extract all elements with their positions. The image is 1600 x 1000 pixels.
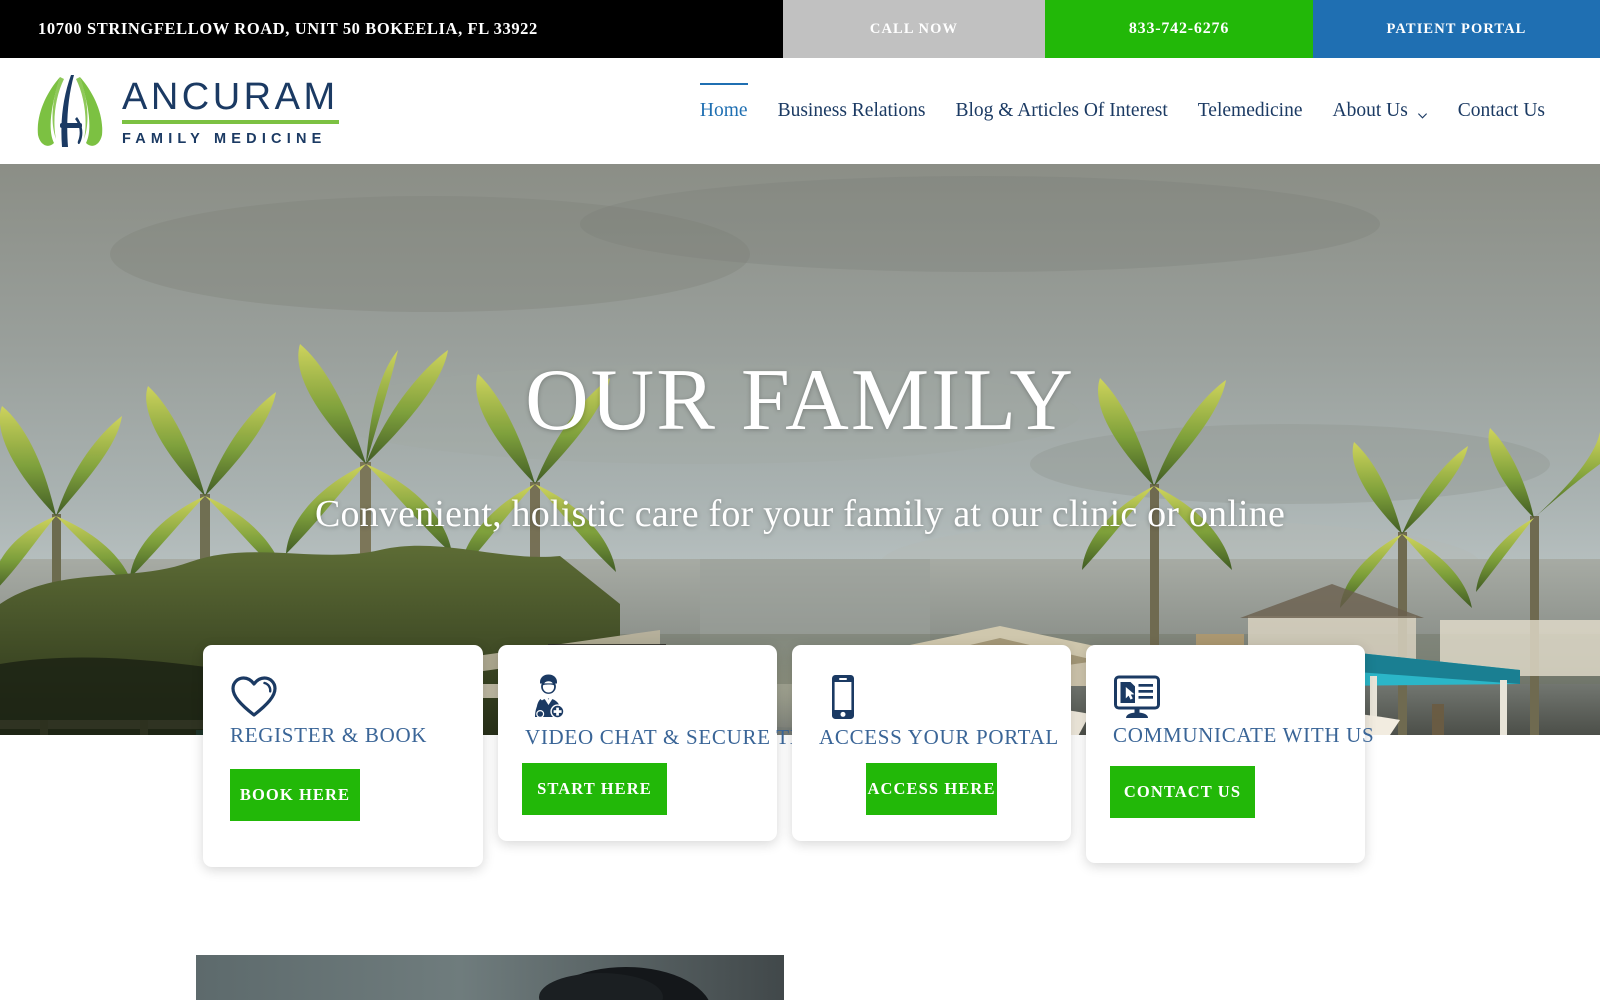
access-here-button[interactable]: ACCESS HERE [866, 763, 997, 815]
chevron-down-icon [1417, 106, 1428, 119]
card-title: ACCESS YOUR PORTAL [819, 725, 1059, 749]
call-now-button[interactable]: CALL NOW [783, 0, 1045, 58]
card-title: REGISTER & BOOK [230, 723, 428, 747]
patient-portal-button[interactable]: PATIENT PORTAL [1313, 0, 1600, 58]
nav-item-contact-us[interactable]: Contact Us [1443, 101, 1560, 121]
site-logo[interactable]: ANCURAM FAMILY MEDICINE [30, 72, 339, 152]
start-here-button[interactable]: START HERE [522, 763, 667, 815]
clinic-address-block: 10700 STRINGFELLOW ROAD, UNIT 50 BOKEELI… [0, 0, 783, 58]
card-title: VIDEO CHAT & SECURE TEXT [525, 725, 833, 749]
logo-wordmark: ANCURAM FAMILY MEDICINE [122, 78, 339, 147]
ancuram-wing-a-logo-icon [30, 73, 110, 151]
phone-number-button[interactable]: 833-742-6276 [1045, 0, 1313, 58]
card-title: COMMUNICATE WITH US [1113, 723, 1375, 747]
feature-card-communicate[interactable]: COMMUNICATE WITH US CONTACT US [1086, 645, 1374, 863]
smartphone-icon [819, 673, 867, 721]
nav-item-about-us[interactable]: About Us [1318, 101, 1443, 121]
doctor-stethoscope-icon [525, 673, 573, 721]
nav-label: Telemedicine [1197, 100, 1303, 122]
feature-card-access-portal[interactable]: ACCESS YOUR PORTAL ACCESS HERE [792, 645, 1071, 841]
feature-card-register-book[interactable]: REGISTER & BOOK BOOK HERE [203, 645, 483, 867]
main-navigation: Home Business Relations Blog & Articles … [685, 58, 1560, 164]
logo-tagline-text: FAMILY MEDICINE [122, 130, 327, 147]
top-utility-bar: 10700 STRINGFELLOW ROAD, UNIT 50 BOKEELI… [0, 0, 1600, 58]
nav-item-telemedicine[interactable]: Telemedicine [1183, 101, 1318, 121]
nav-label: Contact Us [1457, 100, 1545, 122]
nav-label: Home [699, 100, 748, 122]
feature-card-video-chat[interactable]: VIDEO CHAT & SECURE TEXT START HERE [498, 645, 832, 841]
book-here-button[interactable]: BOOK HERE [230, 769, 360, 821]
next-section-image [196, 955, 784, 1000]
clinic-address-text: 10700 STRINGFELLOW ROAD, UNIT 50 BOKEELI… [38, 19, 538, 38]
nav-item-blog-articles[interactable]: Blog & Articles Of Interest [940, 101, 1182, 121]
nav-label: About Us [1332, 100, 1408, 122]
monitor-document-cursor-icon [1113, 673, 1161, 721]
heart-outline-icon [230, 673, 278, 721]
contact-us-button[interactable]: CONTACT US [1110, 766, 1255, 818]
nav-item-home[interactable]: Home [685, 83, 763, 122]
nav-label: Business Relations [777, 100, 926, 122]
logo-name-text: ANCURAM [122, 78, 339, 124]
nav-item-business-relations[interactable]: Business Relations [763, 101, 941, 121]
nav-label: Blog & Articles Of Interest [955, 100, 1168, 122]
site-header: ANCURAM FAMILY MEDICINE Home Business Re… [0, 58, 1600, 164]
